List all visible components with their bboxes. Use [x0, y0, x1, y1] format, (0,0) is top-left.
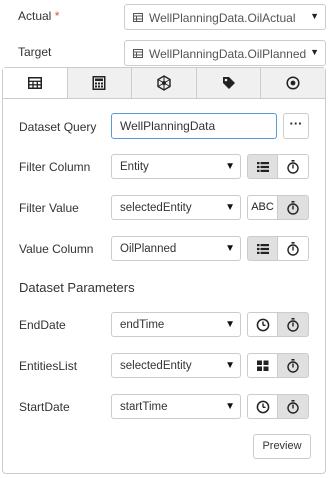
chevron-down-icon: ▼: [225, 161, 235, 172]
actual-row: Actual * WellPlanningData.OilActual ▼: [0, 2, 330, 32]
chevron-down-icon: ▼: [225, 360, 235, 371]
more-options-button[interactable]: ···: [283, 113, 309, 139]
clock-mode-button[interactable]: [247, 312, 278, 337]
param-start-date-value: startTime: [120, 401, 168, 413]
tab-tag[interactable]: [196, 68, 262, 98]
chevron-down-icon: ▼: [225, 243, 235, 254]
filter-column-mode-toggle: [247, 154, 309, 179]
table-icon: [27, 77, 42, 89]
tab-target[interactable]: [261, 68, 325, 98]
param-entities-list-value: selectedEntity: [120, 360, 192, 372]
dataset-query-input[interactable]: [111, 113, 277, 139]
timer-mode-button[interactable]: [278, 236, 309, 261]
chevron-down-icon: ▼: [225, 202, 235, 213]
filter-value-label: Filter Value: [19, 201, 79, 215]
filter-value-mode-toggle: ABC: [247, 195, 309, 220]
timer-mode-button[interactable]: [278, 195, 309, 220]
timer-icon: [287, 358, 299, 373]
abc-label: ABC: [251, 201, 274, 213]
param-end-date-select[interactable]: endTime ▼: [111, 312, 241, 337]
chevron-down-icon: ▼: [310, 11, 319, 21]
timer-icon: [287, 159, 299, 174]
filter-column-value: Entity: [120, 161, 149, 173]
param-entities-list-select[interactable]: selectedEntity ▼: [111, 353, 241, 378]
value-column-select[interactable]: OilPlanned ▼: [111, 236, 241, 261]
actual-select[interactable]: WellPlanningData.OilActual ▼: [124, 4, 326, 30]
target-label: Target: [18, 45, 52, 59]
dataset-parameters-title: Dataset Parameters: [19, 280, 135, 295]
required-mark: *: [54, 9, 60, 23]
actual-value: WellPlanningData.OilActual: [149, 11, 296, 25]
tab-network[interactable]: [132, 68, 197, 98]
filter-value-select[interactable]: selectedEntity ▼: [111, 195, 241, 220]
chevron-down-icon: ▼: [225, 401, 235, 412]
timer-icon: [287, 317, 299, 332]
param-start-date-mode-toggle: [247, 394, 309, 419]
tab-table[interactable]: [3, 68, 68, 98]
target-value: WellPlanningData.OilPlanned: [149, 47, 307, 61]
param-start-date-select[interactable]: startTime ▼: [111, 394, 241, 419]
data-source-panel: Dataset Query ··· Filter Column Entity ▼…: [2, 67, 326, 474]
tab-bar: [3, 68, 325, 99]
calculator-icon: [92, 76, 106, 90]
timer-icon: [287, 399, 299, 414]
table-icon: [133, 13, 143, 22]
timer-mode-button[interactable]: [278, 353, 309, 378]
chevron-down-icon: ▼: [310, 47, 319, 57]
text-mode-button[interactable]: ABC: [247, 195, 278, 220]
clock-mode-button[interactable]: [247, 394, 278, 419]
target-select[interactable]: WellPlanningData.OilPlanned ▼: [124, 40, 326, 66]
timer-mode-button[interactable]: [278, 394, 309, 419]
param-end-date-mode-toggle: [247, 312, 309, 337]
target-circle-icon: [286, 76, 300, 90]
list-mode-button[interactable]: [247, 154, 278, 179]
value-column-mode-toggle: [247, 236, 309, 261]
param-entities-list-label: EntitiesList: [19, 359, 78, 373]
filter-value-value: selectedEntity: [120, 202, 192, 214]
table-icon: [133, 49, 143, 58]
param-end-date-label: EndDate: [19, 318, 66, 332]
tag-icon: [222, 77, 235, 89]
filter-column-label: Filter Column: [19, 160, 91, 174]
preview-button[interactable]: Preview: [253, 434, 311, 459]
timer-mode-button[interactable]: [278, 154, 309, 179]
list-icon: [256, 161, 269, 172]
clock-icon: [256, 318, 269, 331]
list-mode-button[interactable]: [247, 236, 278, 261]
timer-icon: [287, 200, 299, 215]
chevron-down-icon: ▼: [225, 319, 235, 330]
grid-icon: [256, 360, 268, 371]
list-icon: [256, 243, 269, 254]
actual-label: Actual *: [18, 9, 60, 23]
hexagon-network-icon: [157, 75, 171, 91]
filter-column-select[interactable]: Entity ▼: [111, 154, 241, 179]
value-column-value: OilPlanned: [120, 243, 177, 255]
target-row: Target WellPlanningData.OilPlanned ▼: [0, 38, 330, 68]
param-entities-list-mode-toggle: [247, 353, 309, 378]
clock-icon: [256, 400, 269, 413]
timer-icon: [287, 241, 299, 256]
timer-mode-button[interactable]: [278, 312, 309, 337]
param-start-date-label: StartDate: [19, 400, 70, 414]
grid-mode-button[interactable]: [247, 353, 278, 378]
dataset-query-label: Dataset Query: [19, 120, 97, 134]
param-end-date-value: endTime: [120, 319, 165, 331]
value-column-label: Value Column: [19, 242, 94, 256]
tab-calculator[interactable]: [67, 68, 133, 98]
